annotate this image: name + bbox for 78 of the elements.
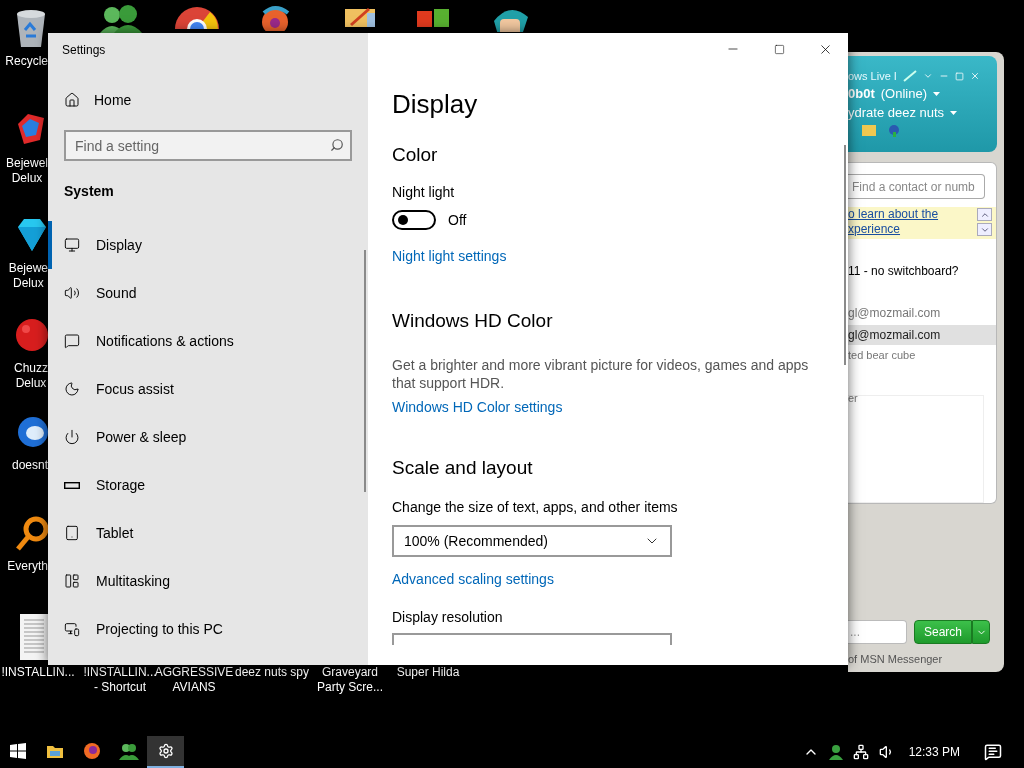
network-icon[interactable] (852, 744, 869, 760)
contact-search-field[interactable]: Find a contact or numb (848, 174, 985, 199)
desktop-icon-label: AGGRESSIVE AVIANS (154, 665, 234, 695)
clock[interactable]: 12:33 PM (908, 745, 960, 759)
caret-icon[interactable] (933, 91, 940, 96)
caret-icon[interactable] (950, 110, 958, 115)
people-icon (118, 742, 139, 760)
nav-item[interactable]: Focus assist (48, 365, 368, 413)
desktop-icon-label: !INSTALLIN... (1, 665, 75, 680)
section-heading: Color (392, 144, 438, 166)
desktop-icon-label: Everyth (7, 559, 48, 574)
projector-icon (64, 621, 80, 637)
contact-item[interactable]: gl@mozmail.com (848, 325, 996, 345)
monitor-icon (64, 237, 80, 253)
taskbar-app[interactable] (147, 736, 184, 768)
message-icon (64, 333, 80, 349)
tablet-icon (64, 525, 80, 541)
scale-dropdown[interactable]: 100% (Recommended) (392, 525, 672, 557)
window-title: Settings (62, 43, 107, 59)
scroll-bar[interactable] (364, 250, 366, 492)
status-text: of MSN Messenger (848, 653, 944, 665)
folder-icon (45, 743, 64, 759)
toggle-switch[interactable] (392, 210, 436, 230)
nav-item[interactable]: Notifications & actions (48, 317, 368, 365)
scroll-bar[interactable] (844, 145, 846, 365)
web-search-field[interactable]: ... (848, 620, 907, 644)
maximize-icon (773, 43, 785, 55)
section-title: System (64, 183, 115, 199)
setting-label: Night light (392, 184, 455, 200)
search-icon[interactable] (330, 138, 344, 152)
nav-item[interactable]: Power & sleep (48, 413, 368, 461)
windows-logo-icon (10, 743, 26, 759)
search-options-button[interactable] (972, 620, 990, 644)
desktop-icon-label: Graveyard Party Scre... (317, 665, 383, 695)
folder-icon[interactable] (343, 5, 377, 27)
gear-icon (157, 743, 174, 759)
nav-item[interactable]: Tablet (48, 509, 368, 557)
toggle-state: Off (448, 212, 467, 228)
speaker-icon (64, 285, 80, 301)
storage-icon (64, 481, 80, 489)
desktop-icon-label: Super Hilda (396, 665, 460, 680)
search-field[interactable]: Find a setting (64, 130, 352, 161)
recycle-bin-icon[interactable] (14, 8, 48, 48)
settings-link[interactable]: Windows HD Color settings (392, 399, 563, 415)
nav-item[interactable]: Projecting to this PC (48, 605, 368, 653)
people-icon[interactable] (98, 5, 142, 33)
contact-item[interactable]: gl@mozmail.com (848, 303, 996, 323)
window-title: ows Live I (848, 70, 897, 82)
notification-icon[interactable] (984, 743, 1002, 761)
page-title: Display (392, 89, 478, 120)
setting-label: Display resolution (392, 609, 503, 625)
desktop-icon-label: deez nuts spy (234, 665, 309, 680)
nav-item[interactable]: Sound (48, 269, 368, 317)
banner-link[interactable]: o learn about the xperience (848, 207, 939, 239)
desktop-icon-label: Bejewe Delux (8, 261, 48, 291)
nav-item[interactable]: Multitasking (48, 557, 368, 605)
power-icon (64, 429, 80, 445)
desktop-icon-label: !INSTALLIN... - Shortcut (83, 665, 157, 695)
group-item[interactable]: 11 - no switchboard? (848, 261, 996, 281)
desktop-icon-label: Recycle (5, 54, 48, 69)
contact-message[interactable]: ted bear cube (848, 345, 996, 365)
description-text: Get a brighter and more vibrant picture for videos, games and apps that support HDR. (392, 356, 810, 392)
person-icon[interactable] (828, 744, 843, 760)
desktop-icon-label: Chuzz Delux (14, 361, 48, 391)
desktop-icon-label: doesnt (11, 458, 48, 473)
desktop-icon-label: Bejewel Delux (5, 156, 48, 186)
nav-item[interactable]: Storage (48, 461, 368, 509)
moon-icon (64, 381, 80, 397)
resolution-dropdown[interactable] (392, 633, 672, 645)
settings-link[interactable]: Advanced scaling settings (392, 571, 554, 587)
home-icon (64, 92, 80, 108)
multitasking-icon (64, 573, 80, 589)
settings-link[interactable]: Night light settings (392, 248, 507, 264)
home-link[interactable]: Home (64, 92, 368, 108)
section-heading: Scale and layout (392, 457, 533, 479)
contact-message[interactable]: er (848, 388, 996, 408)
setting-label: Change the size of text, apps, and other items (392, 499, 678, 515)
section-heading: Windows HD Color (392, 310, 553, 332)
